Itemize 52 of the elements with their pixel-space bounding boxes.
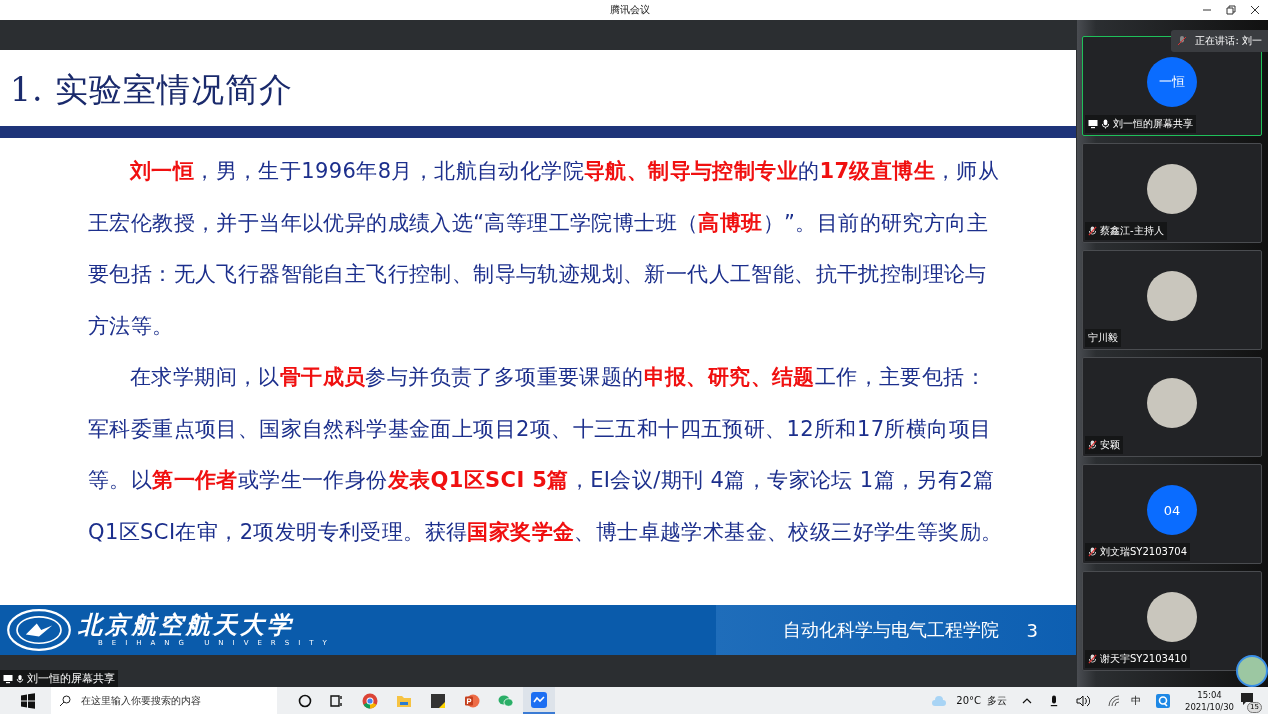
cortana-circle-icon[interactable] (298, 693, 312, 708)
meeting-app-button[interactable] (523, 687, 555, 714)
temperature-text[interactable]: 20°C (956, 695, 981, 706)
muted-microphone-icon (1177, 36, 1188, 46)
microphone-icon[interactable] (1050, 693, 1058, 708)
avatar-circle (1147, 592, 1197, 642)
participant-name: 宁川毅 (1088, 331, 1118, 345)
participant-tile[interactable]: 谢天宇SY2103410 (1082, 571, 1262, 671)
weather-text[interactable]: 多云 (987, 693, 1007, 708)
avatar-circle (1147, 271, 1197, 321)
participant-tile[interactable]: 宁川毅 (1082, 250, 1262, 350)
avatar-circle (1147, 378, 1197, 428)
participant-name: 安颖 (1100, 438, 1120, 452)
windows-start-icon[interactable] (20, 692, 36, 709)
participant-tile[interactable]: 蔡鑫江-主持人 (1082, 143, 1262, 243)
page-number: 3 (1026, 619, 1038, 641)
window-title: 腾讯会议 (610, 3, 650, 17)
sticky-note-icon[interactable] (430, 692, 446, 709)
screen-share-name: 刘一恒的屏幕共享 (27, 671, 115, 686)
meeting-app-icon (531, 691, 547, 708)
slide-paragraph: 刘一恒，男，生于1996年8月，北航自动化学院导航、制导与控制专业的17级直博生，师从王宏伦教授，并于当年以优异的成绩入选“高等理工学院博士班（高博班）”。目前的研究方向主要包括：无人飞行器智能自主飞行控制、制导与轨迹规划、新一代人工智能、抗干扰控制理论与方法等。 (88, 158, 1001, 340)
close-icon[interactable] (1250, 5, 1260, 15)
slide-title: 1. 实验室情况简介 (9, 69, 294, 111)
participant-name: 刘文瑞SY2103704 (1100, 545, 1187, 559)
wifi-icon[interactable] (1108, 694, 1122, 707)
restore-icon[interactable] (1226, 5, 1236, 15)
initials-avatar: 一恒 (1147, 57, 1197, 107)
chrome-icon[interactable] (362, 692, 378, 709)
avatar-circle (1147, 164, 1197, 214)
search-field[interactable]: 在这里输入你要搜索的内容 (51, 687, 277, 714)
slide-paragraph: 在求学期间，以骨干成员参与并负责了多项重要课题的申报、研究、结题工作，主要包括：军科委重点项目、国家自然科学基金面上项目2项、十三五和十四五预研、12所和17所横向项目等。以第一作者或学生一作身份发表Q1区SCI 5篇，EI会议/期刊 4篇，专家论坛 1篇，另有2篇Q1区SCI在审，2项发明专利受理。获得国家奖学金、博士卓越学术基金、校级三好学生等奖励。 (88, 364, 1004, 546)
speaker-icon[interactable] (1076, 694, 1090, 707)
presentation-app-icon[interactable] (464, 692, 480, 709)
q-app-icon[interactable] (1156, 693, 1170, 708)
school-name: 自动化科学与电气工程学院 (782, 618, 999, 642)
participant-tile[interactable]: 安颖 (1082, 357, 1262, 457)
university-name: 北京航空航天大学 (78, 613, 295, 637)
clock-date[interactable]: 2021/10/30 (1185, 700, 1234, 713)
notification-icon[interactable] (1240, 691, 1254, 706)
participant-tile[interactable]: 04 刘文瑞SY2103704 (1082, 464, 1262, 564)
initials-avatar: 04 (1147, 485, 1197, 535)
microphone-icon (16, 673, 24, 684)
university-emblem-icon (6, 608, 72, 652)
floating-avatar[interactable] (1236, 655, 1268, 687)
participant-name: 刘一恒的屏幕共享 (1113, 117, 1193, 131)
participant-name: 蔡鑫江-主持人 (1100, 224, 1164, 238)
task-view-icon[interactable] (330, 693, 344, 708)
screen-share-icon (3, 673, 13, 684)
participant-name: 谢天宇SY2103410 (1100, 652, 1187, 666)
input-method-indicator[interactable]: 中 (1131, 693, 1141, 708)
clock-time[interactable]: 15:04 (1197, 688, 1222, 701)
speaking-text: 正在讲话: 刘一 (1195, 34, 1262, 48)
